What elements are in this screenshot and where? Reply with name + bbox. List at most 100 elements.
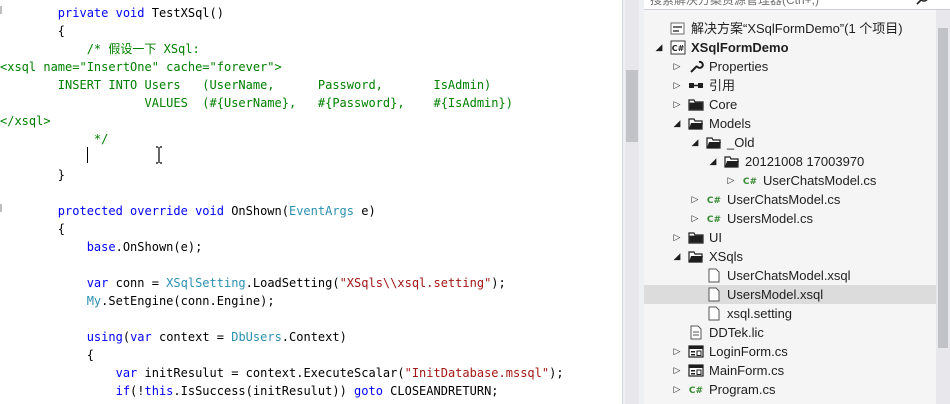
tree-item[interactable]: xsql.setting (644, 304, 936, 323)
code-line[interactable]: <xsql name="InsertOne" cache="forever"> (0, 58, 282, 76)
tree-item-label: XSqls (709, 249, 743, 264)
collapsed-arrow-icon[interactable]: ▷ (726, 171, 736, 190)
form-icon (688, 363, 704, 378)
code-line[interactable]: } (0, 166, 65, 184)
tree-item[interactable]: ◢ C# XSqlFormDemo (644, 38, 936, 57)
code-line[interactable]: protected override void OnShown(EventArg… (0, 202, 376, 220)
tree-item[interactable]: UserChatsModel.xsql (644, 266, 936, 285)
code-token: XSqlSetting (166, 276, 246, 290)
code-line[interactable]: /* 假设一下 XSql: (0, 40, 200, 58)
tree-item[interactable]: ▷ C# Program.cs (644, 380, 936, 399)
file-icon (706, 268, 722, 283)
code-line[interactable]: if(!this.IsSuccess(initResulut)) goto CL… (0, 382, 499, 400)
collapsed-arrow-icon[interactable]: ▷ (672, 76, 682, 95)
tree-item-label: XSqlFormDemo (691, 40, 789, 55)
tree-item[interactable]: ▷ C# UserChatsModel.cs (644, 171, 936, 190)
code-line[interactable]: var conn = XSqlSetting.LoadSetting("XSql… (0, 274, 506, 292)
code-token: initResulut = context.ExecuteScalar( (144, 366, 405, 380)
tree-item[interactable]: ◢ _Old (644, 133, 936, 152)
solution-explorer: 搜索解决方案资源管理器(Ctrl+;) 解决方案“XSqlFormDemo”(1… (644, 0, 950, 404)
solution-scrollbar[interactable] (936, 10, 950, 404)
solution-scrollbar-thumb[interactable] (938, 28, 948, 348)
collapsed-arrow-icon[interactable]: ▷ (690, 190, 700, 209)
collapsed-arrow-icon[interactable]: ▷ (672, 228, 682, 247)
tree-item[interactable]: DDTek.lic (644, 323, 936, 342)
form-icon (688, 344, 704, 359)
code-token: /* 假设一下 XSql: (0, 42, 200, 56)
code-editor[interactable]: private void TestXSql() { /* 假设一下 XSql: <… (0, 0, 622, 404)
code-line[interactable]: { (0, 22, 65, 40)
code-token: TestXSql() (151, 6, 224, 20)
code-token: VALUES (#{UserName}, #{Password}, #{IsAd… (0, 96, 513, 110)
svg-text:C#: C# (689, 386, 703, 396)
code-line[interactable]: INSERT INTO Users (UserName, Password, I… (0, 76, 491, 94)
expanded-arrow-icon[interactable]: ◢ (708, 152, 718, 171)
tree-item-label: Program.cs (709, 382, 776, 397)
solution-search-input[interactable]: 搜索解决方案资源管理器(Ctrl+;) (650, 0, 819, 10)
code-token: var (0, 366, 145, 380)
csharp-project-icon: C# (670, 40, 686, 55)
tree-item-label: Models (709, 116, 751, 131)
tree-item-label: UserChatsModel.cs (763, 173, 877, 188)
code-line[interactable]: var initResulut = context.ExecuteScalar(… (0, 364, 564, 382)
collapsed-arrow-icon[interactable]: ▷ (672, 380, 682, 399)
code-line[interactable]: VALUES (#{UserName}, #{Password}, #{IsAd… (0, 94, 513, 112)
editor-scrollbar-thumb[interactable] (626, 70, 638, 142)
code-line[interactable]: { (0, 220, 65, 238)
tree-item[interactable]: ▷ C# UserChatsModel.cs (644, 190, 936, 209)
code-token: .Context) (281, 330, 347, 344)
tree-item[interactable]: ▷ Core (644, 95, 936, 114)
tree-item-label: DDTek.lic (709, 325, 764, 340)
expanded-arrow-icon[interactable]: ◢ (690, 133, 700, 152)
tree-item[interactable]: 解决方案“XSqlFormDemo”(1 个项目) (644, 19, 936, 38)
tree-item[interactable]: ▷ C# UsersModel.cs (644, 209, 936, 228)
collapsed-arrow-icon[interactable]: ▷ (672, 342, 682, 361)
svg-text:C#: C# (707, 215, 721, 225)
code-line[interactable]: */ (0, 130, 108, 148)
collapsed-arrow-icon[interactable]: ▷ (672, 57, 682, 76)
code-line[interactable]: private void TestXSql() (0, 4, 224, 22)
folder-icon (688, 230, 704, 245)
tree-item[interactable]: ◢ XSqls (644, 247, 936, 266)
code-token: */ (0, 132, 109, 146)
code-token: (! (130, 384, 145, 398)
code-token: if (0, 384, 131, 398)
tree-item-label: UsersModel.cs (727, 211, 813, 226)
expanded-arrow-icon[interactable]: ◢ (672, 114, 682, 133)
code-token: .OnShown(e); (115, 240, 203, 254)
code-line[interactable]: using(var context = DbUsers.Context) (0, 328, 347, 346)
expanded-arrow-icon[interactable]: ◢ (654, 38, 664, 57)
code-token: OnShown( (231, 204, 289, 218)
code-line[interactable]: { (0, 346, 94, 364)
folder-open-icon (706, 135, 722, 150)
tree-item-label: Core (709, 97, 738, 112)
tree-item[interactable]: ◢ Models (644, 114, 936, 133)
code-token: </xsql> (0, 114, 51, 128)
collapsed-arrow-icon[interactable]: ▷ (690, 209, 700, 228)
code-line[interactable]: My.SetEngine(conn.Engine); (0, 292, 275, 310)
search-icon[interactable] (916, 0, 930, 5)
outline-marker[interactable] (0, 6, 2, 14)
tree-item[interactable]: ▷ LoginForm.cs (644, 342, 936, 361)
lic-file-icon (688, 325, 704, 340)
tree-item[interactable]: ▷ 引用 (644, 76, 936, 95)
outline-marker[interactable] (0, 204, 2, 212)
tree-item-label: UserChatsModel.cs (727, 192, 841, 207)
tree-item[interactable]: UsersModel.xsql (644, 285, 936, 304)
expanded-arrow-icon[interactable]: ◢ (672, 247, 682, 266)
code-line[interactable]: base.OnShown(e); (0, 238, 203, 256)
solution-search-box[interactable]: 搜索解决方案资源管理器(Ctrl+;) (644, 0, 950, 10)
collapsed-arrow-icon[interactable]: ▷ (672, 361, 682, 380)
collapsed-arrow-icon[interactable]: ▷ (672, 95, 682, 114)
svg-text:C#: C# (743, 177, 757, 187)
tree-item[interactable]: ▷ Properties (644, 57, 936, 76)
tree-item[interactable]: ◢ 20121008 17003970 (644, 152, 936, 171)
tree-item[interactable]: ▷ UI (644, 228, 936, 247)
tree-item[interactable]: ▷ MainForm.cs (644, 361, 936, 380)
code-line[interactable]: </xsql> (0, 112, 51, 130)
folder-open-icon (688, 116, 704, 131)
folder-open-icon (724, 154, 740, 169)
editor-scrollbar[interactable] (625, 0, 639, 404)
wrench-icon (688, 59, 704, 74)
csharp-file-icon: C# (742, 173, 758, 188)
